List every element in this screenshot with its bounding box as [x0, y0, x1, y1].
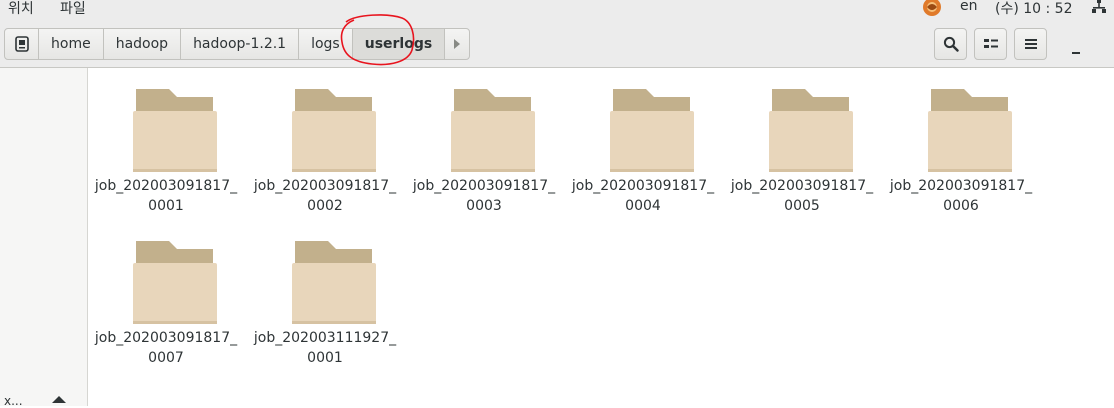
view-toggle-button[interactable] — [974, 28, 1007, 60]
folder-item[interactable]: job_202003091817_ 0002 — [249, 68, 401, 214]
header-bar: home hadoop hadoop-1.2.1 logs userlogs — [0, 18, 1114, 68]
clock[interactable]: (수) 10 : 52 — [995, 0, 1073, 18]
folder-label: job_202003091817_ 0004 — [571, 178, 715, 214]
folder-item[interactable]: job_202003091817_ 0006 — [885, 68, 1037, 214]
top-bar: 위치 파일 en (수) 10 : 52 — [0, 0, 1114, 18]
folder-label: job_202003111927_ 0001 — [253, 330, 397, 366]
search-button[interactable] — [934, 28, 967, 60]
folder-item[interactable]: job_202003091817_ 0005 — [726, 68, 878, 214]
language-indicator[interactable]: en — [960, 0, 978, 14]
drive-icon — [14, 36, 29, 52]
path-segment-home[interactable]: home — [39, 29, 104, 59]
path-bar: home hadoop hadoop-1.2.1 logs userlogs — [4, 28, 471, 60]
chevron-right-icon — [454, 39, 461, 49]
folder-label: job_202003091817_ 0003 — [412, 178, 556, 214]
path-segment-userlogs[interactable]: userlogs — [352, 29, 446, 59]
network-icon[interactable] — [1092, 0, 1106, 14]
folder-item[interactable]: job_202003111927_ 0001 — [249, 220, 401, 366]
folder-icon — [451, 89, 535, 172]
folder-icon — [292, 89, 376, 172]
path-segment-logs[interactable]: logs — [299, 29, 353, 59]
path-segment-hadoop[interactable]: hadoop — [104, 29, 182, 59]
app-tray-icon[interactable] — [921, 0, 943, 17]
folder-item[interactable]: job_202003091817_ 0003 — [408, 68, 560, 214]
folder-icon — [292, 241, 376, 324]
folder-label: job_202003091817_ 0006 — [889, 178, 1033, 214]
folder-icon — [610, 89, 694, 172]
folder-label: job_202003091817_ 0001 — [94, 178, 238, 214]
search-icon — [943, 36, 959, 52]
folder-icon — [928, 89, 1012, 172]
folder-icon — [133, 241, 217, 324]
folder-label: job_202003091817_ 0005 — [730, 178, 874, 214]
minimize-icon[interactable] — [1068, 42, 1086, 58]
folder-item[interactable]: job_202003091817_ 0004 — [567, 68, 719, 214]
eject-icon[interactable] — [52, 396, 66, 406]
path-root-button[interactable] — [5, 29, 39, 59]
path-scroll-button[interactable] — [445, 29, 469, 59]
sidebar: x... — [0, 68, 88, 408]
folder-label: job_202003091817_ 0007 — [94, 330, 238, 366]
folder-icon — [769, 89, 853, 172]
view-toggle-icon — [983, 39, 998, 48]
menu-button[interactable] — [1014, 28, 1047, 60]
places-menu[interactable]: 위치 — [8, 0, 34, 18]
path-segment-hadoop-1-2-1[interactable]: hadoop-1.2.1 — [181, 29, 300, 59]
file-grid: job_202003091817_ 0001 job_202003091817_ 0… — [90, 68, 1114, 406]
folder-item[interactable]: job_202003091817_ 0007 — [90, 220, 242, 366]
folder-icon — [133, 89, 217, 172]
folder-label: job_202003091817_ 0002 — [253, 178, 397, 214]
folder-item[interactable]: job_202003091817_ 0001 — [90, 68, 242, 214]
menu-icon — [1024, 39, 1037, 49]
app-menu[interactable]: 파일 — [60, 0, 86, 18]
